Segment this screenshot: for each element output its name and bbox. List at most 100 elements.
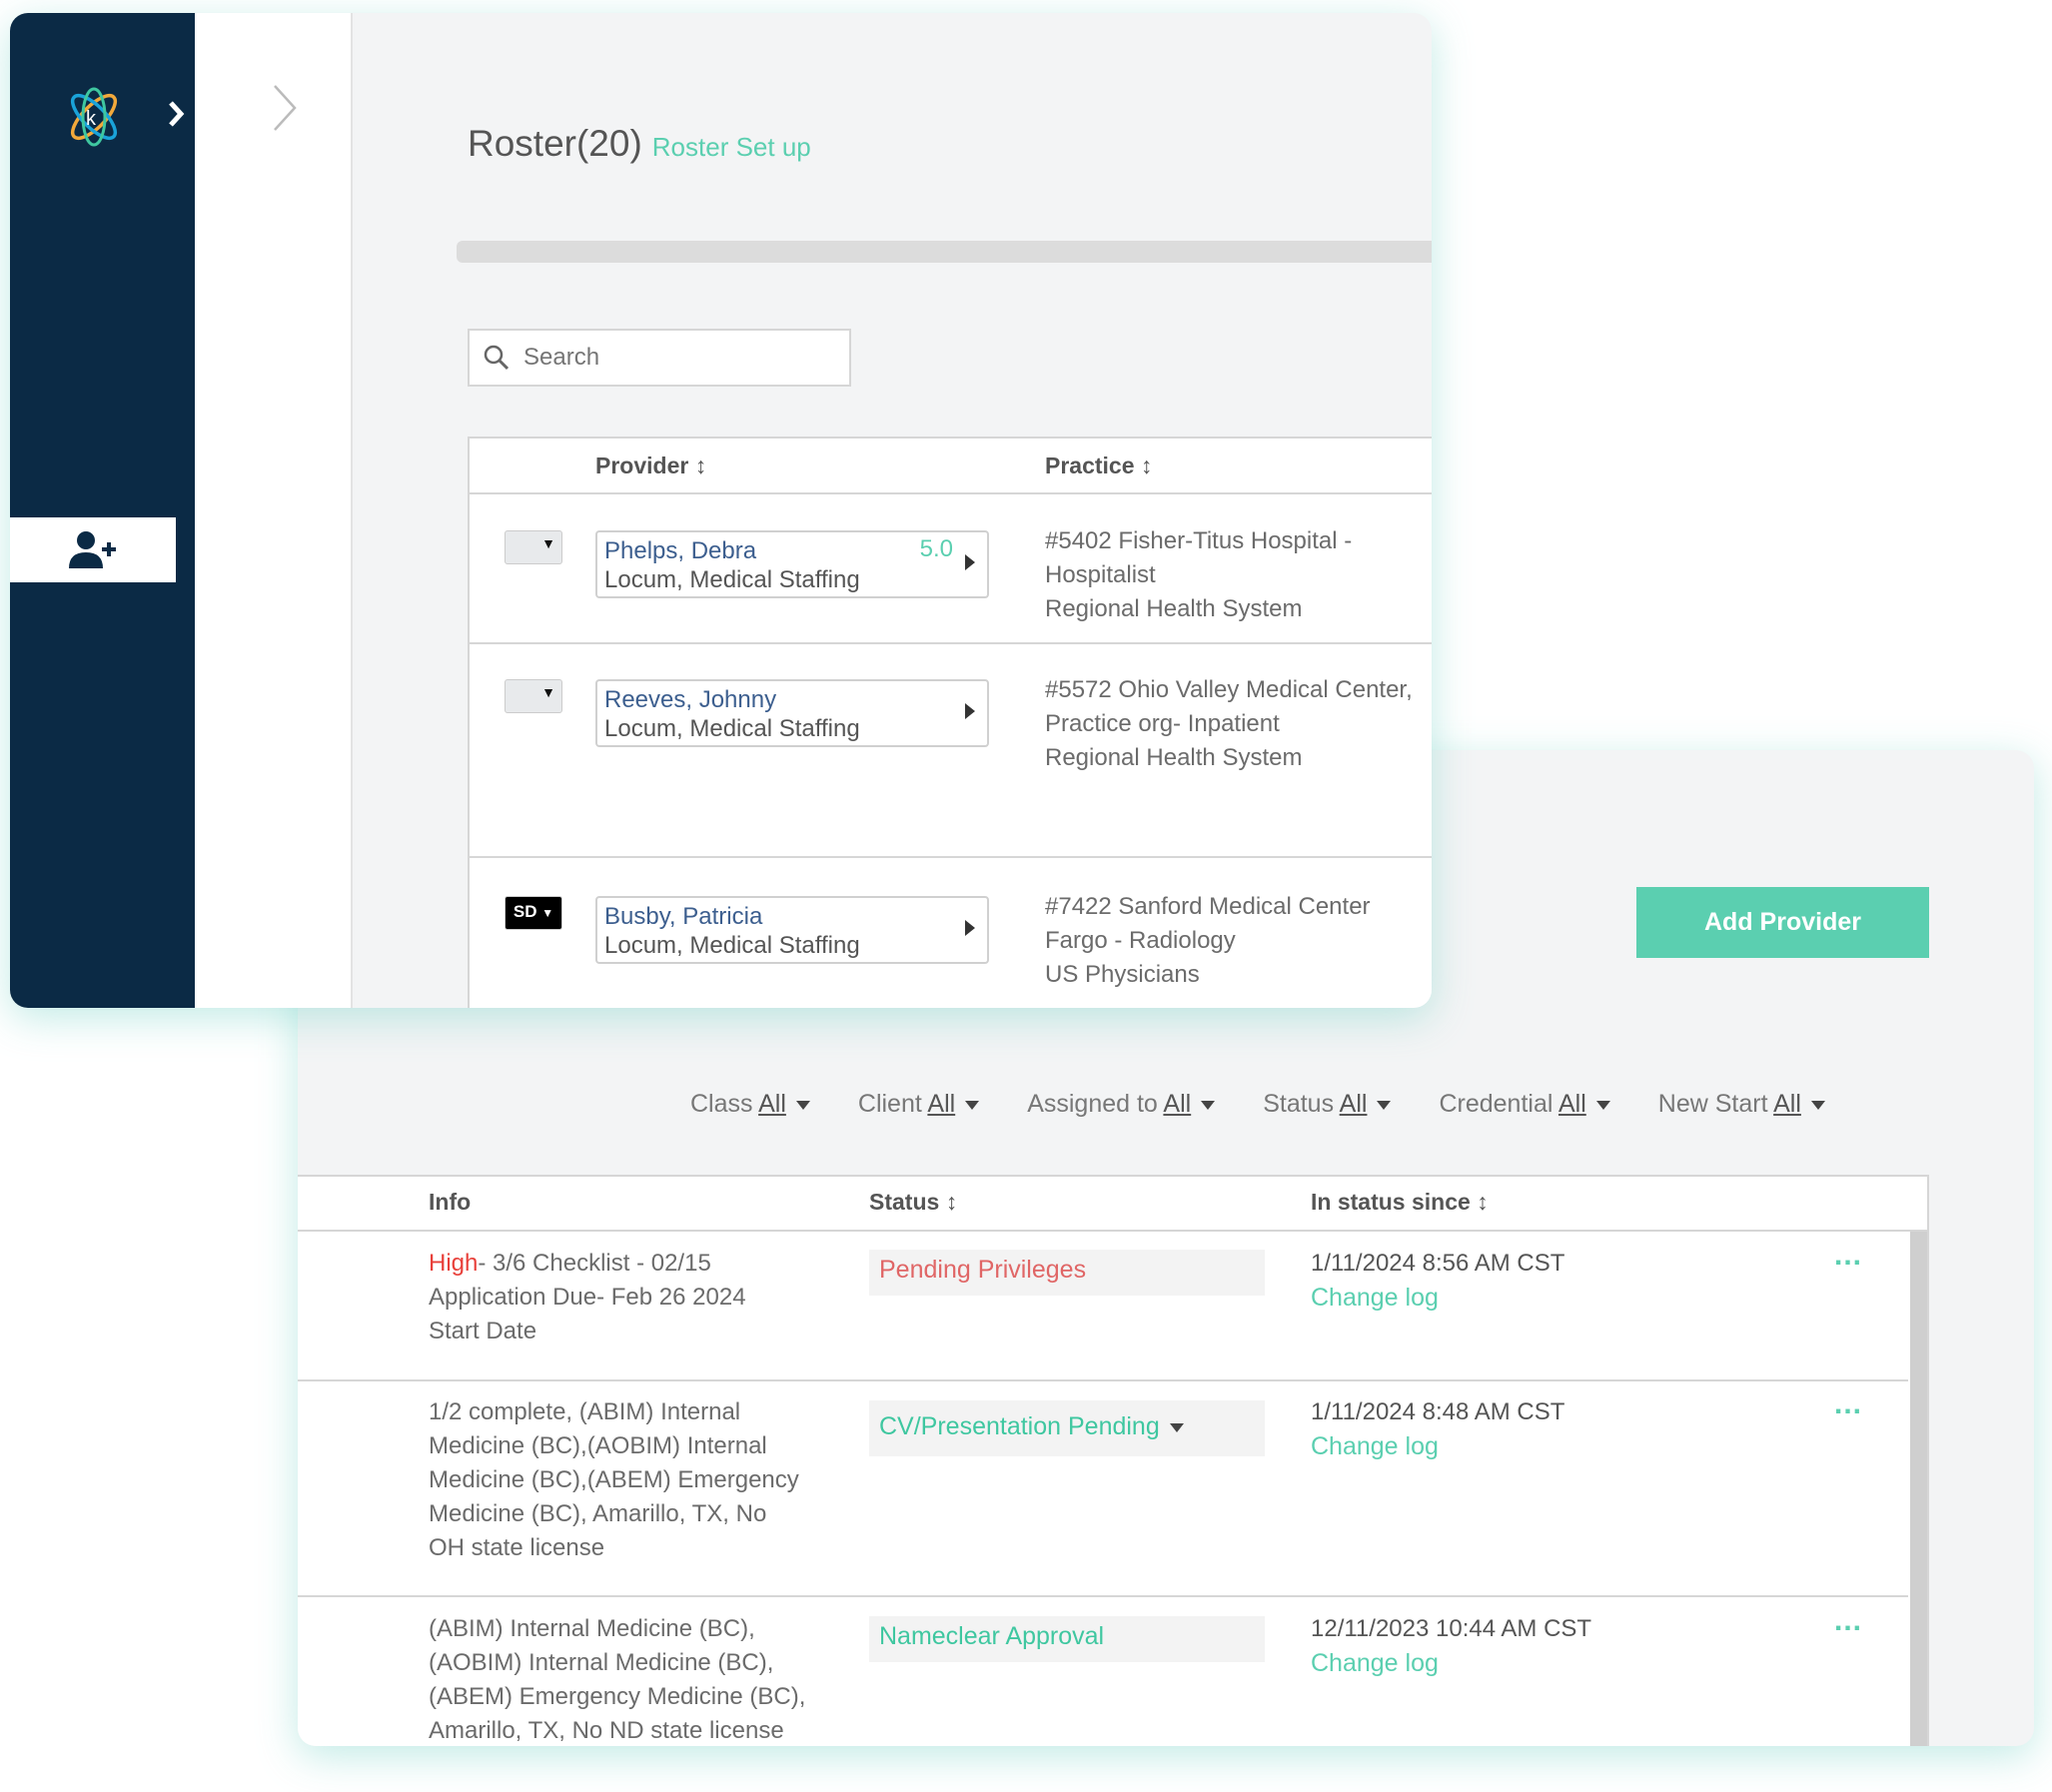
since-cell: 12/11/2023 10:44 AM CST Change log [1311,1612,1591,1680]
practice-line: #5572 Ohio Valley Medical Center, [1045,676,1413,703]
priority-label: High [429,1250,479,1277]
provider-card[interactable]: Phelps, Debra Locum, Medical Staffing 5.… [595,530,989,598]
status-badge[interactable]: Nameclear Approval [869,1616,1265,1662]
chevron-right-icon[interactable] [166,99,188,129]
row-tag-dropdown[interactable]: ▼ [505,530,562,564]
practice-line: #7422 Sanford Medical Center [1045,893,1371,920]
caret-down-icon [1595,1100,1610,1110]
since-time: 12/11/2023 10:44 AM CST [1311,1615,1592,1642]
sort-icon: ↕ [1477,1189,1489,1215]
filter-status[interactable]: Status All [1263,1090,1392,1119]
search-input[interactable] [523,344,823,372]
practice-line: Regional Health System [1045,744,1303,771]
provider-name[interactable]: Reeves, Johnny [604,685,980,714]
provider-card[interactable]: Busby, Patricia Locum, Medical Staffing [595,896,989,964]
status-dropdown[interactable]: CV/Presentation Pending [869,1400,1265,1456]
svg-text:k: k [86,108,97,130]
header-label: In status since [1311,1189,1471,1215]
filter-value: All [1339,1090,1368,1118]
caret-down-icon [1169,1422,1184,1432]
practice-cell: #5402 Fisher-Titus Hospital - Hospitalis… [1045,524,1352,626]
filter-client[interactable]: Client All [857,1090,980,1119]
more-options-icon[interactable]: ... [1834,1239,1862,1273]
change-log-link[interactable]: Change log [1311,1646,1591,1680]
more-options-icon[interactable]: ... [1834,1604,1862,1638]
filter-label: Client [857,1090,922,1118]
practice-line: Hospitalist [1045,561,1156,588]
info-line: Start Date [429,1318,537,1344]
info-line: Application Due- Feb 26 2024 [429,1284,746,1311]
page-title: Roster(20) Roster Set up [468,123,811,165]
row-tag-dropdown[interactable]: ▼ [505,679,562,713]
column-header-info: Info [429,1189,472,1215]
add-provider-button[interactable]: Add Provider [1636,887,1929,958]
change-log-link[interactable]: Change log [1311,1281,1564,1315]
filter-label: Credential [1439,1090,1553,1118]
filter-new-start[interactable]: New Start All [1658,1090,1825,1119]
since-cell: 1/11/2024 8:56 AM CST Change log [1311,1247,1564,1315]
info-cell: (ABIM) Internal Medicine (BC), (AOBIM) I… [429,1612,805,1746]
roster-panel: k Roster(20) Roster Set up Provider ↕ Pra… [10,13,1432,1008]
filter-class[interactable]: Class All [690,1090,810,1119]
filter-value: All [758,1090,786,1118]
filter-value: All [927,1090,956,1118]
status-label: CV/Presentation Pending [879,1412,1160,1440]
status-badge[interactable]: Pending Privileges [869,1250,1265,1296]
since-time: 1/11/2024 8:48 AM CST [1311,1398,1565,1425]
user-plus-icon [69,530,116,568]
title-text: Roster(20) [468,123,642,164]
sort-icon: ↕ [945,1189,958,1215]
caret-down-icon [965,1100,980,1110]
scrollbar[interactable] [1910,1232,1927,1746]
tag-label: SD [513,902,537,921]
header-label: Status [869,1189,940,1215]
roster-table: Provider ↕ Practice ↕ ▼ Phelps, Debra Lo… [468,437,1432,1008]
caret-down-icon: ▼ [541,906,554,920]
column-header-practice[interactable]: Practice ↕ [1045,452,1152,479]
filter-label: Assigned to [1027,1090,1158,1118]
practice-line: US Physicians [1045,961,1200,988]
more-options-icon[interactable]: ... [1834,1387,1862,1421]
caret-down-icon [1810,1100,1825,1110]
sort-icon: ↕ [694,452,707,478]
roster-setup-link[interactable]: Roster Set up [652,132,811,162]
provider-card[interactable]: Reeves, Johnny Locum, Medical Staffing [595,679,989,747]
practice-line: Fargo - Radiology [1045,927,1236,954]
provider-type: Locum, Medical Staffing [604,715,860,742]
row-tag-dropdown[interactable]: SD ▼ [505,896,562,930]
practice-line: #5402 Fisher-Titus Hospital - [1045,527,1353,554]
filter-label: Class [690,1090,753,1118]
progress-bar [457,241,1432,263]
practice-line: Regional Health System [1045,595,1303,622]
provider-name[interactable]: Busby, Patricia [604,902,980,931]
sort-icon: ↕ [1140,452,1153,478]
caret-right-icon [965,920,975,936]
info-line: Medicine (BC),(ABEM) Emergency [429,1466,799,1493]
search-field[interactable] [468,329,851,387]
secondary-column [195,13,353,1008]
info-line: (ABEM) Emergency Medicine (BC), [429,1683,806,1710]
add-user-button[interactable] [10,517,176,582]
atom-logo: k [70,87,118,147]
filter-credential[interactable]: Credential All [1439,1090,1610,1119]
info-line: Medicine (BC),(AOBIM) Internal [429,1432,767,1459]
filter-label: New Start [1657,1090,1768,1118]
column-header-provider[interactable]: Provider ↕ [595,452,706,479]
filter-value: All [1557,1090,1586,1118]
info-line: Amarillo, TX, No ND state license [429,1717,784,1744]
filter-value: All [1773,1090,1801,1118]
since-cell: 1/11/2024 8:48 AM CST Change log [1311,1395,1564,1463]
practice-line: Practice org- Inpatient [1045,710,1280,737]
caret-down-icon [1377,1100,1392,1110]
info-line: (ABIM) Internal Medicine (BC), [429,1615,755,1642]
change-log-link[interactable]: Change log [1311,1429,1564,1463]
info-line: OH state license [429,1534,605,1561]
column-header-since[interactable]: In status since ↕ [1311,1189,1489,1216]
chevron-right-outline-icon[interactable] [271,83,301,133]
info-line: (AOBIM) Internal Medicine (BC), [429,1649,774,1676]
provider-type: Locum, Medical Staffing [604,932,860,959]
column-header-status[interactable]: Status ↕ [869,1189,957,1216]
caret-right-icon [965,554,975,570]
caret-right-icon [965,703,975,719]
filter-assigned-to[interactable]: Assigned to All [1027,1090,1216,1119]
